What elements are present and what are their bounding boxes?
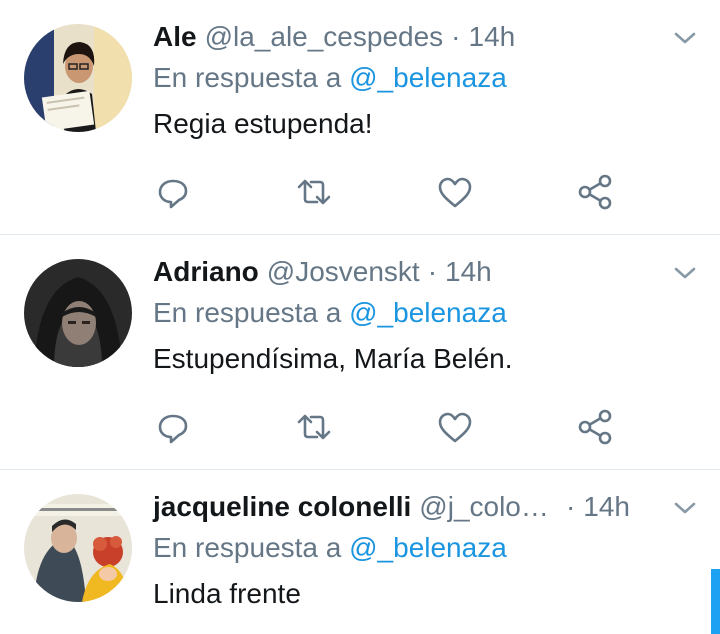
tweet[interactable]: Ale @la_ale_cespedes · 14h En respuesta … bbox=[0, 0, 720, 235]
timestamp[interactable]: 14h bbox=[445, 255, 492, 289]
chevron-down-icon[interactable] bbox=[672, 498, 698, 518]
reply-feed: Ale @la_ale_cespedes · 14h En respuesta … bbox=[0, 0, 720, 634]
timestamp[interactable]: 14h bbox=[583, 490, 630, 524]
separator: · bbox=[451, 21, 461, 52]
author-handle[interactable]: @j_colon… bbox=[419, 490, 558, 524]
reply-mention[interactable]: @_belenaza bbox=[349, 532, 507, 563]
author-name[interactable]: Adriano bbox=[153, 255, 259, 289]
avatar[interactable] bbox=[24, 24, 132, 132]
speech-bubble-icon[interactable] bbox=[153, 407, 193, 447]
speech-bubble-icon[interactable] bbox=[153, 172, 193, 212]
timestamp[interactable]: 14h bbox=[469, 20, 516, 54]
heart-icon[interactable] bbox=[435, 407, 475, 447]
tweet-text: Estupendísima, María Belén. bbox=[153, 343, 513, 374]
chevron-down-icon[interactable] bbox=[672, 28, 698, 48]
avatar[interactable] bbox=[24, 494, 132, 602]
separator: · bbox=[427, 256, 438, 287]
reply-mention[interactable]: @_belenaza bbox=[349, 297, 507, 328]
tweet-text: Linda frente bbox=[153, 578, 301, 609]
tweet-header: Adriano @Josvenskt · 14h bbox=[153, 255, 630, 289]
reply-prefix: En respuesta a bbox=[153, 532, 342, 563]
avatar[interactable] bbox=[24, 259, 132, 367]
reply-prefix: En respuesta a bbox=[153, 62, 342, 93]
chevron-down-icon[interactable] bbox=[672, 263, 698, 283]
reply-context: En respuesta a @_belenaza bbox=[153, 61, 507, 95]
tweet-actions bbox=[0, 172, 720, 216]
avatar-photo-woman-diploma bbox=[24, 24, 132, 132]
tweet-text: Regia estupenda! bbox=[153, 108, 373, 139]
author-handle[interactable]: @la_ale_cespedes bbox=[205, 20, 444, 54]
reply-context: En respuesta a @_belenaza bbox=[153, 296, 507, 330]
author-name[interactable]: jacqueline colonelli bbox=[153, 490, 411, 524]
retweet-arrows-icon[interactable] bbox=[294, 407, 334, 447]
retweet-arrows-icon[interactable] bbox=[294, 172, 334, 212]
author-name[interactable]: Ale bbox=[153, 20, 197, 54]
separator: · bbox=[565, 491, 576, 522]
reply-context: En respuesta a @_belenaza bbox=[153, 531, 507, 565]
reply-prefix: En respuesta a bbox=[153, 297, 342, 328]
heart-icon[interactable] bbox=[435, 172, 475, 212]
avatar-comic-illustration bbox=[24, 494, 132, 602]
share-icon[interactable] bbox=[576, 172, 616, 212]
reply-mention[interactable]: @_belenaza bbox=[349, 62, 507, 93]
avatar-photo-man-hood bbox=[24, 259, 132, 367]
share-icon[interactable] bbox=[576, 407, 616, 447]
tweet-header: jacqueline colonelli @j_colon… · 14h bbox=[153, 490, 630, 524]
scrollbar[interactable] bbox=[711, 569, 720, 634]
tweet[interactable]: Adriano @Josvenskt · 14h En respuesta a … bbox=[0, 235, 720, 470]
tweet-actions bbox=[0, 407, 720, 451]
author-handle[interactable]: @Josvenskt bbox=[267, 255, 420, 289]
tweet-header: Ale @la_ale_cespedes · 14h bbox=[153, 20, 630, 54]
tweet[interactable]: jacqueline colonelli @j_colon… · 14h En … bbox=[0, 470, 720, 634]
